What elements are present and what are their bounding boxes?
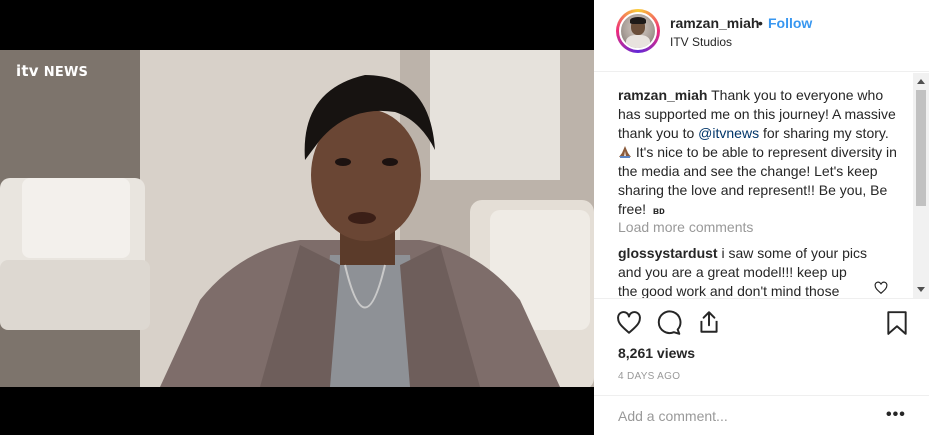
comments-scrollbar[interactable] [913, 73, 929, 298]
caption-suffix: ʙᴅ [652, 206, 665, 217]
itv-news-logo: itv NEWS [16, 62, 89, 80]
location-link[interactable]: ITV Studios [670, 35, 732, 49]
username-link[interactable]: ramzan_miah [670, 15, 759, 31]
comment-icon[interactable] [656, 310, 682, 336]
more-options-icon[interactable]: ••• [886, 406, 906, 424]
follow-button[interactable]: Follow [768, 15, 812, 31]
load-more-comments-button[interactable]: Load more comments [618, 219, 753, 235]
folded-hands-icon [619, 146, 631, 158]
avatar[interactable] [616, 9, 660, 53]
add-comment-bar: ••• [594, 395, 929, 435]
post-header: ramzan_miah • Follow ITV Studios [594, 0, 929, 72]
avatar-image [619, 12, 657, 50]
post-caption: ramzan_miah Thank you to everyone who ha… [618, 86, 898, 221]
post-details-panel: ramzan_miah • Follow ITV Studios ramzan_… [594, 0, 929, 435]
post-timestamp[interactable]: 4 DAYS AGO [618, 371, 680, 382]
separator-dot: • [758, 15, 763, 31]
scrollbar-thumb[interactable] [916, 90, 926, 206]
video-still [0, 50, 594, 387]
comments-list[interactable]: ramzan_miah Thank you to everyone who ha… [594, 73, 913, 298]
mention-link[interactable]: @itvnews [698, 125, 759, 141]
share-icon[interactable] [696, 309, 722, 335]
add-comment-input[interactable] [618, 406, 868, 426]
scroll-down-arrow-icon[interactable] [917, 287, 925, 292]
heart-icon[interactable] [616, 310, 642, 336]
bookmark-icon[interactable] [884, 310, 910, 336]
video-player[interactable]: itv NEWS [0, 0, 594, 435]
scroll-up-arrow-icon[interactable] [917, 79, 925, 84]
video-frame[interactable] [0, 50, 594, 387]
comment-like-heart-icon[interactable] [874, 281, 888, 295]
comment-item: glossystardust i saw some of your pics a… [618, 244, 868, 298]
comment-username[interactable]: glossystardust [618, 245, 718, 261]
view-count[interactable]: 8,261 views [618, 345, 695, 361]
post-actions: 8,261 views 4 DAYS AGO ••• [594, 298, 929, 435]
caption-username[interactable]: ramzan_miah [618, 87, 707, 103]
caption-text-2: for sharing my story. [762, 125, 889, 141]
